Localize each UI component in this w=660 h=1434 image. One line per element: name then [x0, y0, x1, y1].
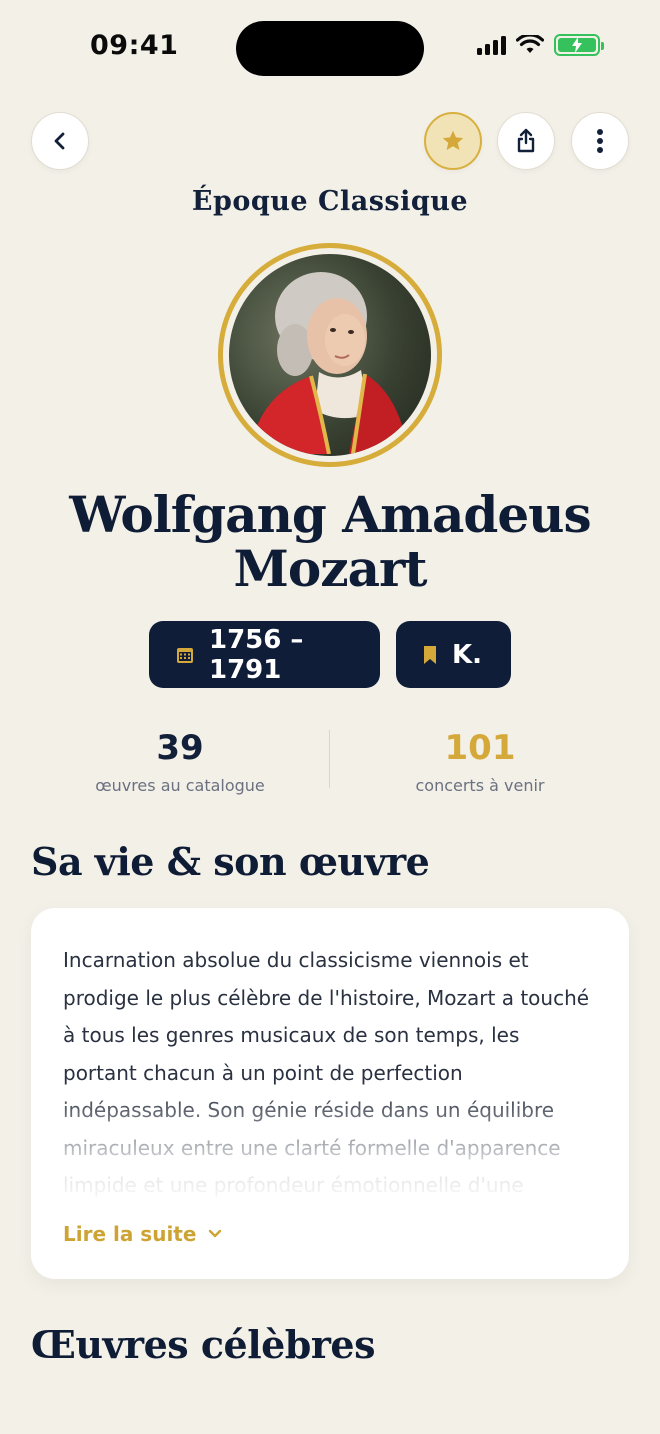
stat-works-value: 39	[156, 728, 204, 768]
stats-divider	[329, 730, 330, 788]
stat-concerts-label: concerts à venir	[415, 776, 545, 795]
calendar-icon	[177, 647, 193, 663]
works-section-title: Œuvres célèbres	[31, 1322, 375, 1367]
chevron-down-icon	[209, 1229, 222, 1238]
wifi-icon	[516, 35, 544, 53]
share-icon	[517, 128, 535, 153]
composer-name: Wolfgang Amadeus Mozart	[0, 488, 660, 596]
bookmark-icon	[424, 645, 436, 664]
catalog-label: K.	[452, 639, 483, 670]
stat-works: 39 œuvres au catalogue	[40, 728, 320, 795]
signal-icon	[477, 35, 506, 55]
bio-text: Incarnation absolue du classicisme vienn…	[63, 948, 590, 1197]
stat-concerts-value: 101	[444, 728, 516, 768]
catalog-chip[interactable]: K.	[396, 621, 511, 688]
chevron-left-icon	[54, 132, 65, 150]
share-button[interactable]	[497, 112, 555, 170]
star-icon	[442, 130, 464, 150]
stat-works-label: œuvres au catalogue	[95, 776, 265, 795]
bio-section-title: Sa vie & son œuvre	[31, 839, 430, 884]
composer-name-line2: Mozart	[233, 539, 428, 598]
read-more-label: Lire la suite	[63, 1222, 197, 1246]
dates-chip: 1756 – 1791	[149, 621, 380, 688]
stat-concerts[interactable]: 101 concerts à venir	[340, 728, 620, 795]
status-time: 09:41	[90, 30, 179, 61]
portrait-image	[229, 254, 431, 456]
battery-icon	[554, 34, 604, 56]
composer-name-line1: Wolfgang Amadeus	[69, 485, 591, 544]
status-icons	[477, 34, 604, 56]
composer-portrait	[218, 243, 442, 467]
back-button[interactable]	[31, 112, 89, 170]
bio-card: Incarnation absolue du classicisme vienn…	[31, 908, 629, 1279]
status-bar: 09:41	[0, 0, 660, 96]
era-label: Époque Classique	[191, 186, 469, 217]
read-more-button[interactable]: Lire la suite	[63, 1222, 222, 1246]
more-vertical-icon	[597, 129, 603, 153]
more-options-button[interactable]	[571, 112, 629, 170]
dynamic-island	[236, 21, 424, 76]
dates-label: 1756 – 1791	[209, 624, 304, 685]
favorite-button[interactable]	[424, 112, 482, 170]
